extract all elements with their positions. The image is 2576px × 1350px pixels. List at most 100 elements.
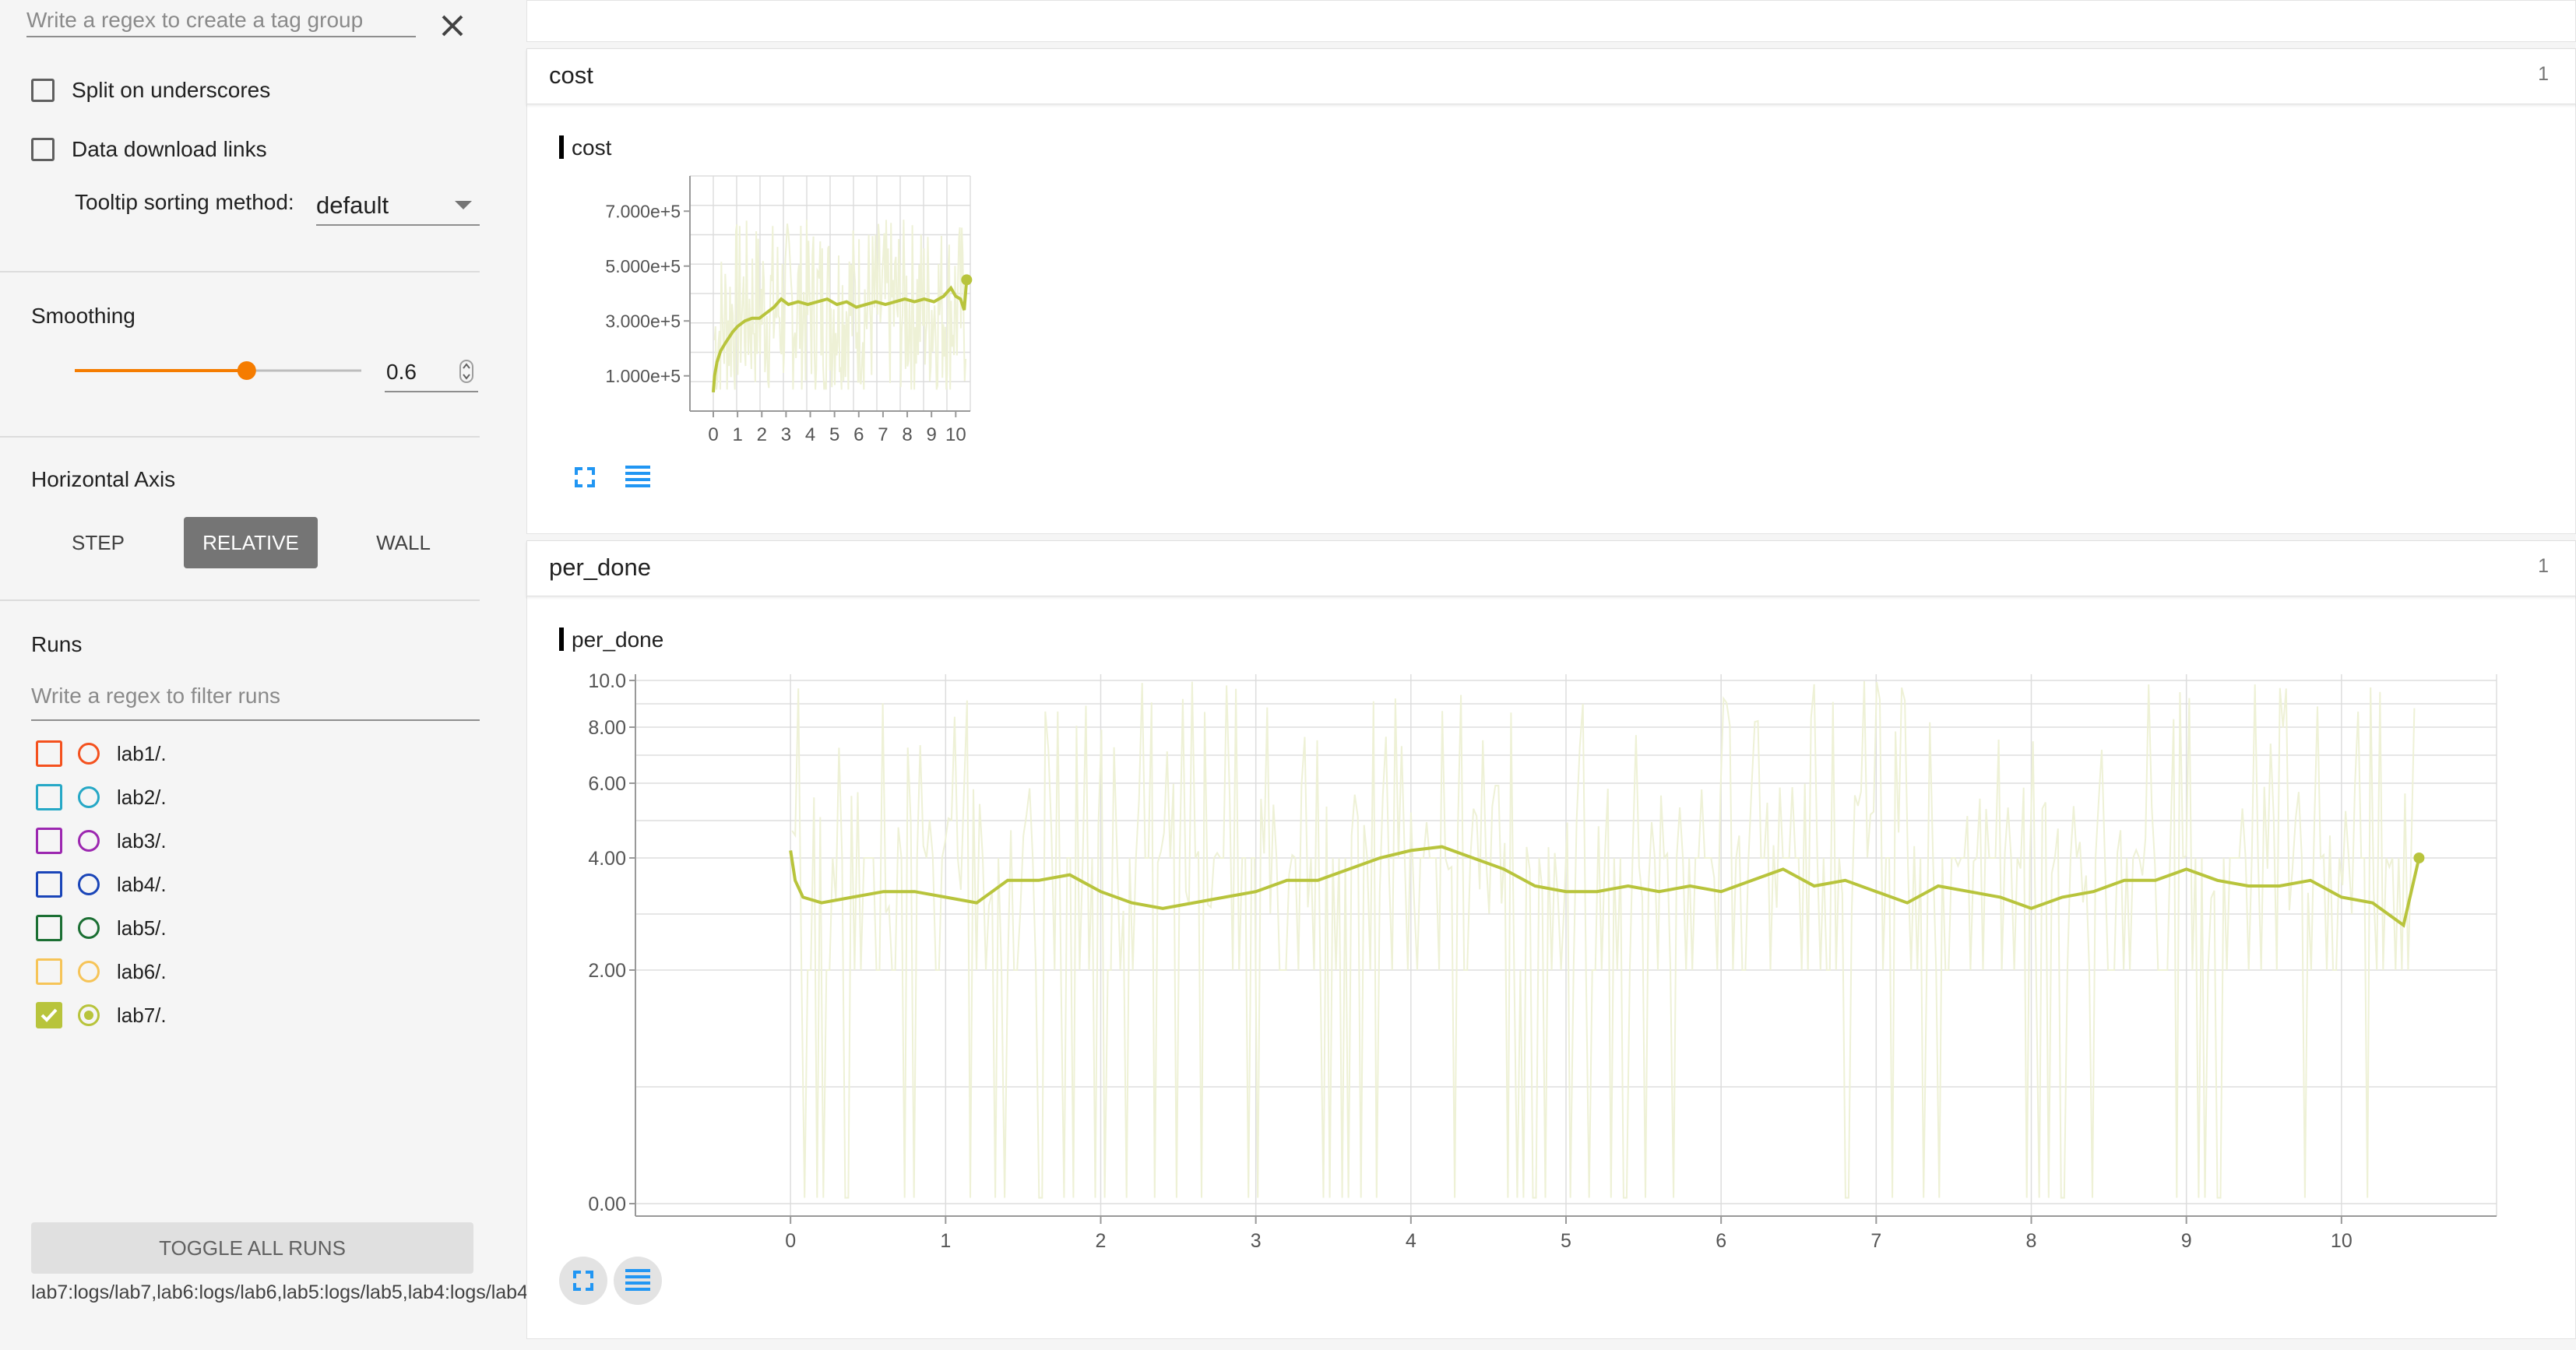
- per-done-chart[interactable]: 10.0 8.00 6.00 4.00 2.00 0.00 0 1 2 3 4 5 6 7 8 9 10: [526, 659, 2576, 1250]
- run-item[interactable]: lab1/.: [36, 737, 167, 771]
- run-label: lab3/.: [117, 828, 167, 853]
- x-tick-label: 4: [1406, 1230, 1416, 1250]
- x-tick-label: 2: [1096, 1230, 1107, 1250]
- x-tick-label: 5: [829, 424, 839, 445]
- runs-filter-placeholder: Write a regex to filter runs: [31, 684, 281, 708]
- y-tick-label: 10.0: [588, 670, 626, 692]
- x-tick-label: 6: [853, 424, 864, 445]
- runs-title: Runs: [31, 632, 83, 656]
- series-end-point: [961, 274, 973, 286]
- run-label: lab6/.: [117, 959, 167, 983]
- x-tick-label: 10: [2331, 1230, 2353, 1250]
- run-checkbox[interactable]: [36, 958, 62, 985]
- data-table-icon[interactable]: [618, 458, 657, 497]
- axis-wall-button[interactable]: WALL: [352, 517, 455, 568]
- x-tick-label: 3: [781, 424, 791, 445]
- split-underscores-label: Split on underscores: [72, 78, 271, 102]
- top-panel-stub: [526, 0, 2576, 42]
- y-tick-label: 3.000e+5: [605, 311, 681, 331]
- run-item[interactable]: lab7/.: [36, 998, 167, 1032]
- horizontal-axis-title: Horizontal Axis: [31, 467, 176, 491]
- download-links-label: Data download links: [72, 137, 267, 161]
- main-content: cost 1 cost 7.000e+5 5.000e+5 3.000e+5 1.00…: [526, 0, 2576, 1350]
- panel-count: 1: [2538, 555, 2549, 577]
- panel-title: cost: [549, 62, 593, 89]
- axis-relative-button[interactable]: RELATIVE: [184, 517, 318, 568]
- x-tick-label: 1: [732, 424, 742, 445]
- smoothing-slider[interactable]: [72, 358, 368, 383]
- toggle-all-runs-button[interactable]: TOGGLE ALL RUNS: [31, 1222, 473, 1274]
- smoothing-title: Smoothing: [31, 304, 135, 328]
- run-checkbox[interactable]: [36, 1002, 62, 1028]
- x-tick-label: 5: [1561, 1230, 1571, 1250]
- run-checkbox[interactable]: [36, 871, 62, 898]
- per-done-panel-header[interactable]: per_done 1: [526, 540, 2576, 596]
- x-tick-label: 7: [878, 424, 888, 445]
- data-table-button[interactable]: [614, 1257, 662, 1305]
- run-checkbox[interactable]: [36, 828, 62, 854]
- y-tick-label: 5.000e+5: [605, 256, 681, 276]
- check-icon: [40, 1008, 58, 1022]
- tooltip-sorting-value: default: [316, 192, 389, 219]
- smoothing-value: 0.6: [386, 360, 417, 384]
- spinner-icon[interactable]: [459, 360, 473, 383]
- axis-step-button[interactable]: STEP: [47, 517, 150, 568]
- x-tick-label: 4: [805, 424, 815, 445]
- run-checkbox[interactable]: [36, 740, 62, 767]
- run-color-radio[interactable]: [78, 874, 100, 895]
- close-icon[interactable]: [441, 14, 464, 37]
- sidebar: Write a regex to create a tag group Spli…: [0, 0, 905, 1350]
- y-tick-label: 7.000e+5: [605, 201, 681, 221]
- run-checkbox[interactable]: [36, 784, 62, 810]
- x-tick-label: 1: [940, 1230, 951, 1250]
- run-color-radio[interactable]: [78, 786, 100, 808]
- split-underscores-checkbox[interactable]: [31, 79, 55, 102]
- split-underscores-option[interactable]: Split on underscores: [31, 73, 270, 107]
- run-color-radio[interactable]: [78, 1004, 100, 1026]
- divider: [0, 271, 480, 272]
- panel-count: 1: [2538, 63, 2549, 85]
- download-links-checkbox[interactable]: [31, 138, 55, 161]
- tag-filter-placeholder: Write a regex to create a tag group: [26, 8, 364, 32]
- tooltip-sorting-label: Tooltip sorting method:: [75, 190, 294, 214]
- run-item[interactable]: lab5/.: [36, 911, 167, 945]
- run-color-radio[interactable]: [78, 917, 100, 939]
- fullscreen-button[interactable]: [559, 1257, 607, 1305]
- x-tick-label: 9: [2181, 1230, 2192, 1250]
- run-checkbox[interactable]: [36, 915, 62, 941]
- series-end-point: [2413, 853, 2425, 863]
- fullscreen-icon: [573, 1271, 593, 1291]
- x-tick-label: 8: [902, 424, 912, 445]
- data-table-icon: [625, 1269, 650, 1291]
- cost-panel-header[interactable]: cost 1: [526, 48, 2576, 104]
- x-tick-label: 9: [927, 424, 937, 445]
- y-tick-label: 2.00: [588, 960, 626, 982]
- cost-chart[interactable]: 7.000e+5 5.000e+5 3.000e+5 1.000e+5 0 1 2 3 4 5 6 7…: [526, 160, 1072, 464]
- download-links-option[interactable]: Data download links: [31, 132, 267, 167]
- slider-handle[interactable]: [237, 361, 256, 380]
- run-color-radio[interactable]: [78, 830, 100, 852]
- x-tick-label: 3: [1251, 1230, 1262, 1250]
- run-label: lab4/.: [117, 872, 167, 896]
- per-done-card-title: per_done: [559, 628, 663, 652]
- tooltip-sorting-select[interactable]: default: [316, 185, 480, 226]
- x-tick-label: 0: [708, 424, 718, 445]
- run-item[interactable]: lab4/.: [36, 867, 167, 902]
- x-tick-label: 0: [785, 1230, 796, 1250]
- divider: [0, 436, 480, 438]
- run-item[interactable]: lab2/.: [36, 780, 167, 814]
- runs-filter-input[interactable]: Write a regex to filter runs: [31, 679, 480, 721]
- fullscreen-icon[interactable]: [565, 458, 604, 497]
- run-color-radio[interactable]: [78, 743, 100, 765]
- tag-filter-input[interactable]: Write a regex to create a tag group: [26, 5, 416, 37]
- x-tick-label: 7: [1870, 1230, 1881, 1250]
- x-tick-label: 6: [1716, 1230, 1726, 1250]
- y-tick-label: 8.00: [588, 717, 626, 739]
- y-tick-label: 4.00: [588, 848, 626, 870]
- run-label: lab1/.: [117, 741, 167, 765]
- run-item[interactable]: lab3/.: [36, 824, 167, 858]
- y-tick-label: 6.00: [588, 773, 626, 795]
- run-color-radio[interactable]: [78, 961, 100, 983]
- run-item[interactable]: lab6/.: [36, 954, 167, 989]
- smoothing-input[interactable]: 0.6: [385, 355, 478, 392]
